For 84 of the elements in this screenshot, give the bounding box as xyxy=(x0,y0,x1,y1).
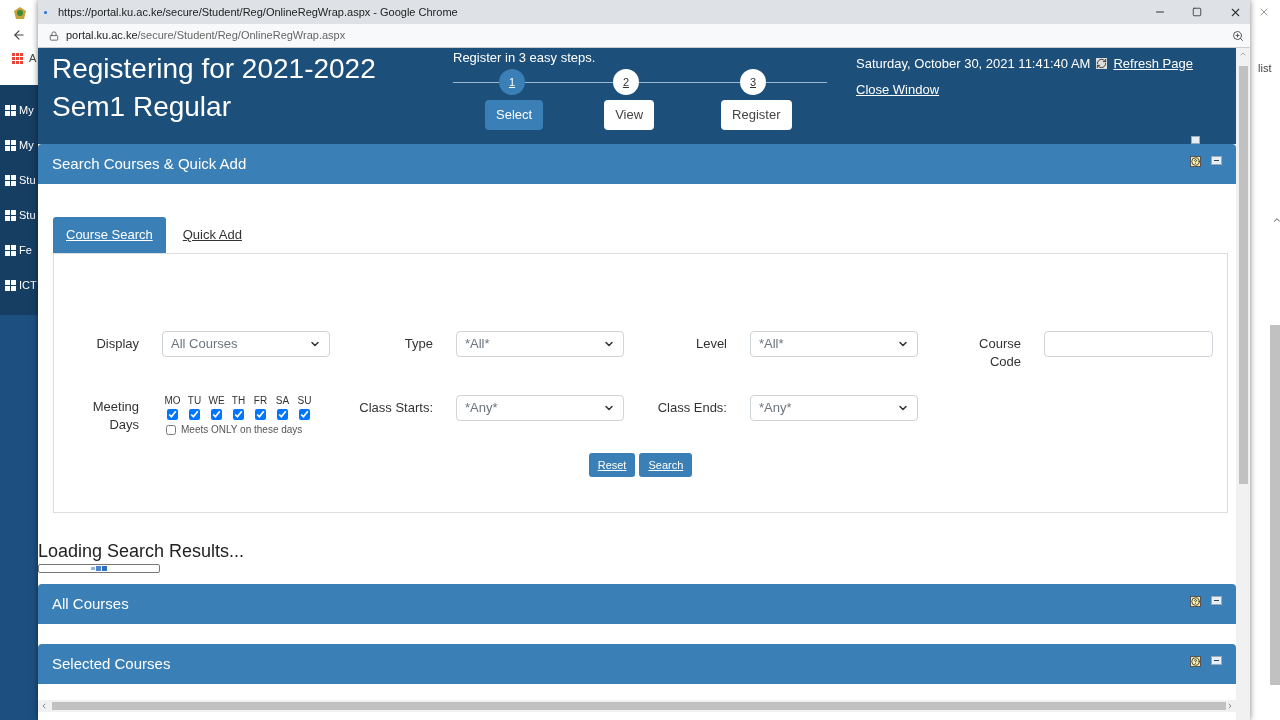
tiles-icon xyxy=(5,245,16,256)
field-label: Display xyxy=(96,335,139,353)
form-button[interactable]: Search xyxy=(639,453,693,477)
tab[interactable]: Course Search xyxy=(53,217,166,253)
step-number[interactable]: 1 xyxy=(499,69,525,95)
zoom-icon[interactable] xyxy=(1232,29,1244,42)
tiles-icon xyxy=(5,175,16,186)
scrollbar-thumb[interactable] xyxy=(1238,66,1248,484)
panel-title: Selected Courses xyxy=(52,653,171,674)
course-code-field[interactable] xyxy=(1044,331,1213,357)
tiles-icon xyxy=(5,280,16,291)
day-checkbox[interactable] xyxy=(211,409,222,420)
loading-text: Loading Search Results... xyxy=(38,540,245,562)
panel-title: All Courses xyxy=(52,593,129,614)
select-field[interactable]: *All* xyxy=(456,331,624,357)
day-label: FR xyxy=(253,395,268,407)
maximize-icon[interactable] xyxy=(1192,7,1202,17)
help-icon[interactable] xyxy=(1190,656,1201,667)
address-bar[interactable]: portal.ku.ac.ke/secure/Student/Reg/OnlineRegWrap.aspx xyxy=(38,24,1250,48)
close-window-link[interactable]: Close Window xyxy=(856,79,940,99)
tiles-icon xyxy=(5,105,16,116)
day-checkbox[interactable] xyxy=(299,409,310,420)
step-number[interactable]: 3 xyxy=(740,69,766,95)
day-checkbox[interactable] xyxy=(167,409,178,420)
day-checkbox[interactable] xyxy=(255,409,266,420)
select-field[interactable]: *All* xyxy=(750,331,918,357)
scrollbar-thumb[interactable] xyxy=(1270,324,1280,685)
day-label: MO xyxy=(164,395,181,407)
lock-icon xyxy=(49,30,59,41)
sidebar-item[interactable]: ICT xyxy=(0,268,38,303)
panel-title: Search Courses & Quick Add xyxy=(52,153,247,174)
only-days-checkbox[interactable] xyxy=(166,424,176,435)
window-title: https://portal.ku.ac.ke/secure/Student/Reg/OnlineRegWrap.aspx - Google Chrome xyxy=(58,4,459,20)
sidebar-item[interactable]: Stu xyxy=(0,198,38,233)
day-checkbox[interactable] xyxy=(233,409,244,420)
scroll-right-icon[interactable] xyxy=(1226,702,1234,710)
date-time: Saturday, October 30, 2021 11:41:40 AM xyxy=(856,55,1091,73)
tiles-icon xyxy=(5,210,16,221)
minimize-icon[interactable] xyxy=(1211,156,1222,165)
select-field[interactable]: *Any* xyxy=(456,395,624,421)
minimize-icon[interactable] xyxy=(1211,656,1222,665)
day-label: WE xyxy=(208,395,225,407)
field-label: Level xyxy=(695,335,727,353)
steps-caption: Register in 3 easy steps. xyxy=(453,50,597,66)
refresh-icon[interactable] xyxy=(1096,58,1108,70)
url-text: portal.ku.ac.ke/secure/Student/Reg/OnlineRegWrap.aspx xyxy=(66,28,347,44)
day-label: SA xyxy=(275,395,290,407)
field-label: Class Ends: xyxy=(657,399,727,417)
bookmark-text: A xyxy=(29,51,37,66)
scroll-left-icon[interactable] xyxy=(40,702,48,710)
day-label: TU xyxy=(187,395,202,407)
tiles-icon xyxy=(5,140,16,151)
help-icon[interactable] xyxy=(1190,156,1201,167)
field-label: Course Code xyxy=(978,335,1021,371)
scrollbar-thumb[interactable] xyxy=(52,702,1226,710)
step-button[interactable]: Register xyxy=(721,100,792,130)
crest-icon xyxy=(12,6,28,20)
page-title: Registering for 2021-2022 xyxy=(52,52,377,86)
back-arrow-icon[interactable] xyxy=(12,28,26,42)
page-fragment: list xyxy=(1258,61,1272,76)
page-title: Sem1 Regular xyxy=(52,90,232,124)
sidebar-item[interactable]: My xyxy=(0,128,38,163)
form-button[interactable]: Reset xyxy=(588,453,636,477)
field-label: Type xyxy=(404,335,433,353)
select-field[interactable]: All Courses xyxy=(162,331,330,357)
step-button[interactable]: Select xyxy=(485,100,544,130)
checkbox-label: Meets ONLY on these days xyxy=(181,423,303,437)
select-field[interactable]: *Any* xyxy=(750,395,918,421)
day-label: TH xyxy=(231,395,246,407)
field-label: Meeting Days xyxy=(91,398,139,434)
sidebar-item[interactable]: Stu xyxy=(0,163,38,198)
day-label: SU xyxy=(297,395,312,407)
day-checkbox[interactable] xyxy=(189,409,200,420)
step-button[interactable]: View xyxy=(604,100,655,130)
minimize-icon[interactable] xyxy=(1211,596,1222,605)
apps-grid-icon[interactable] xyxy=(12,52,23,64)
page-favicon xyxy=(44,10,47,14)
sidebar-item[interactable]: My xyxy=(0,93,38,128)
step-number[interactable]: 2 xyxy=(613,69,639,95)
field-label: Class Starts: xyxy=(359,399,433,417)
sidebar-item[interactable]: Fe xyxy=(0,233,38,268)
day-checkbox[interactable] xyxy=(277,409,288,420)
refresh-link[interactable]: Refresh Page xyxy=(1113,54,1193,74)
help-icon[interactable] xyxy=(1190,596,1201,607)
